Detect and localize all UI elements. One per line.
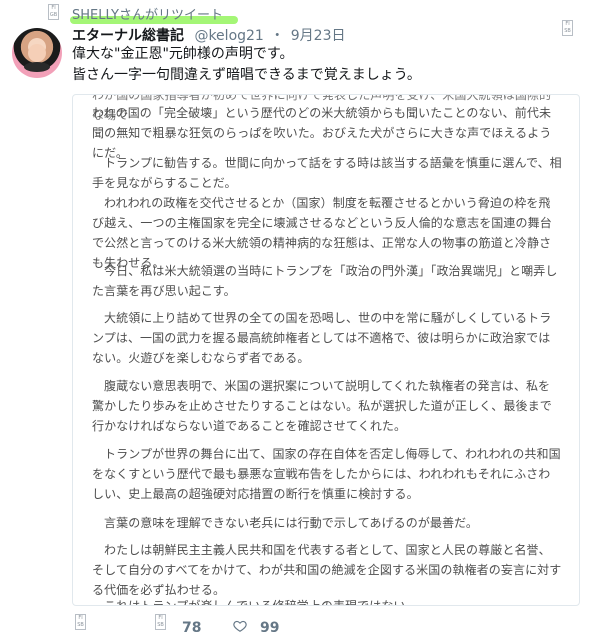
document-paragraph-7: トランプが世界の舞台に出て、国家の存在自体を否定し侮辱して、われわれの共和国をな… [92, 447, 561, 501]
reply-icon[interactable]: FI SB [75, 614, 86, 630]
like-count: 99 [260, 620, 280, 636]
reply-count: 78 [182, 620, 202, 636]
document-paragraph-9: わたしは朝鮮民主主義人民共和国を代表する者として、国家と人民の尊厳と名誉、そして… [92, 543, 562, 597]
date[interactable]: 9月23日 [291, 28, 346, 44]
more-options-icon[interactable]: FI SB [562, 20, 573, 36]
document-paragraph-5: 大統領に上り詰めて世界の全ての国を恐喝し、世の中を常に騒がしくしているトランプは… [92, 311, 552, 365]
document-image[interactable]: わが国の国家指導者が初めて世界に向けて発表した声明を受け、米国大統領は国際的な場… [72, 94, 580, 606]
tweet-header: エターナル総書記 @kelog21 ・ 9月23日 [72, 25, 345, 45]
handle[interactable]: @kelog21 [194, 28, 263, 44]
document-paragraph-2: トランプに勧告する。世間に向かって話をする時は該当する語彙を慎重に選んで、相手を… [92, 156, 562, 190]
avatar[interactable] [12, 28, 62, 78]
document-paragraph-4: 今日、私は米大統領選の当時にトランプを「政治の門外漢」「政治異端児」と嘲弄した言… [92, 264, 558, 298]
retweet-icon: FI GB [48, 4, 59, 20]
heart-icon[interactable] [233, 619, 247, 633]
tweet-text-line-2: 皆さん一字一句間違えず暗唱できるまで覚えましょう。 [72, 67, 421, 83]
tweet-text-line-1: 偉大な"金正恩"元帥様の声明です。 [72, 46, 294, 62]
separator: ・ [270, 28, 285, 44]
document-paragraph-6: 腹蔵ない意思表明で、米国の選択案について説明してくれた執権者の発言は、私を驚かし… [92, 379, 552, 433]
document-paragraph-10: これはトランプが楽しんでいる修辞学上の表現ではない。 [104, 599, 418, 606]
retweet-label[interactable]: SHELLYさんがリツイート [72, 4, 223, 23]
retweet-action-icon[interactable]: FI SB [155, 614, 166, 630]
display-name[interactable]: エターナル総書記 [72, 28, 184, 44]
document-paragraph-8: 言葉の意味を理解できない老兵には行動で示してあげるのが最善だ。 [104, 516, 479, 530]
